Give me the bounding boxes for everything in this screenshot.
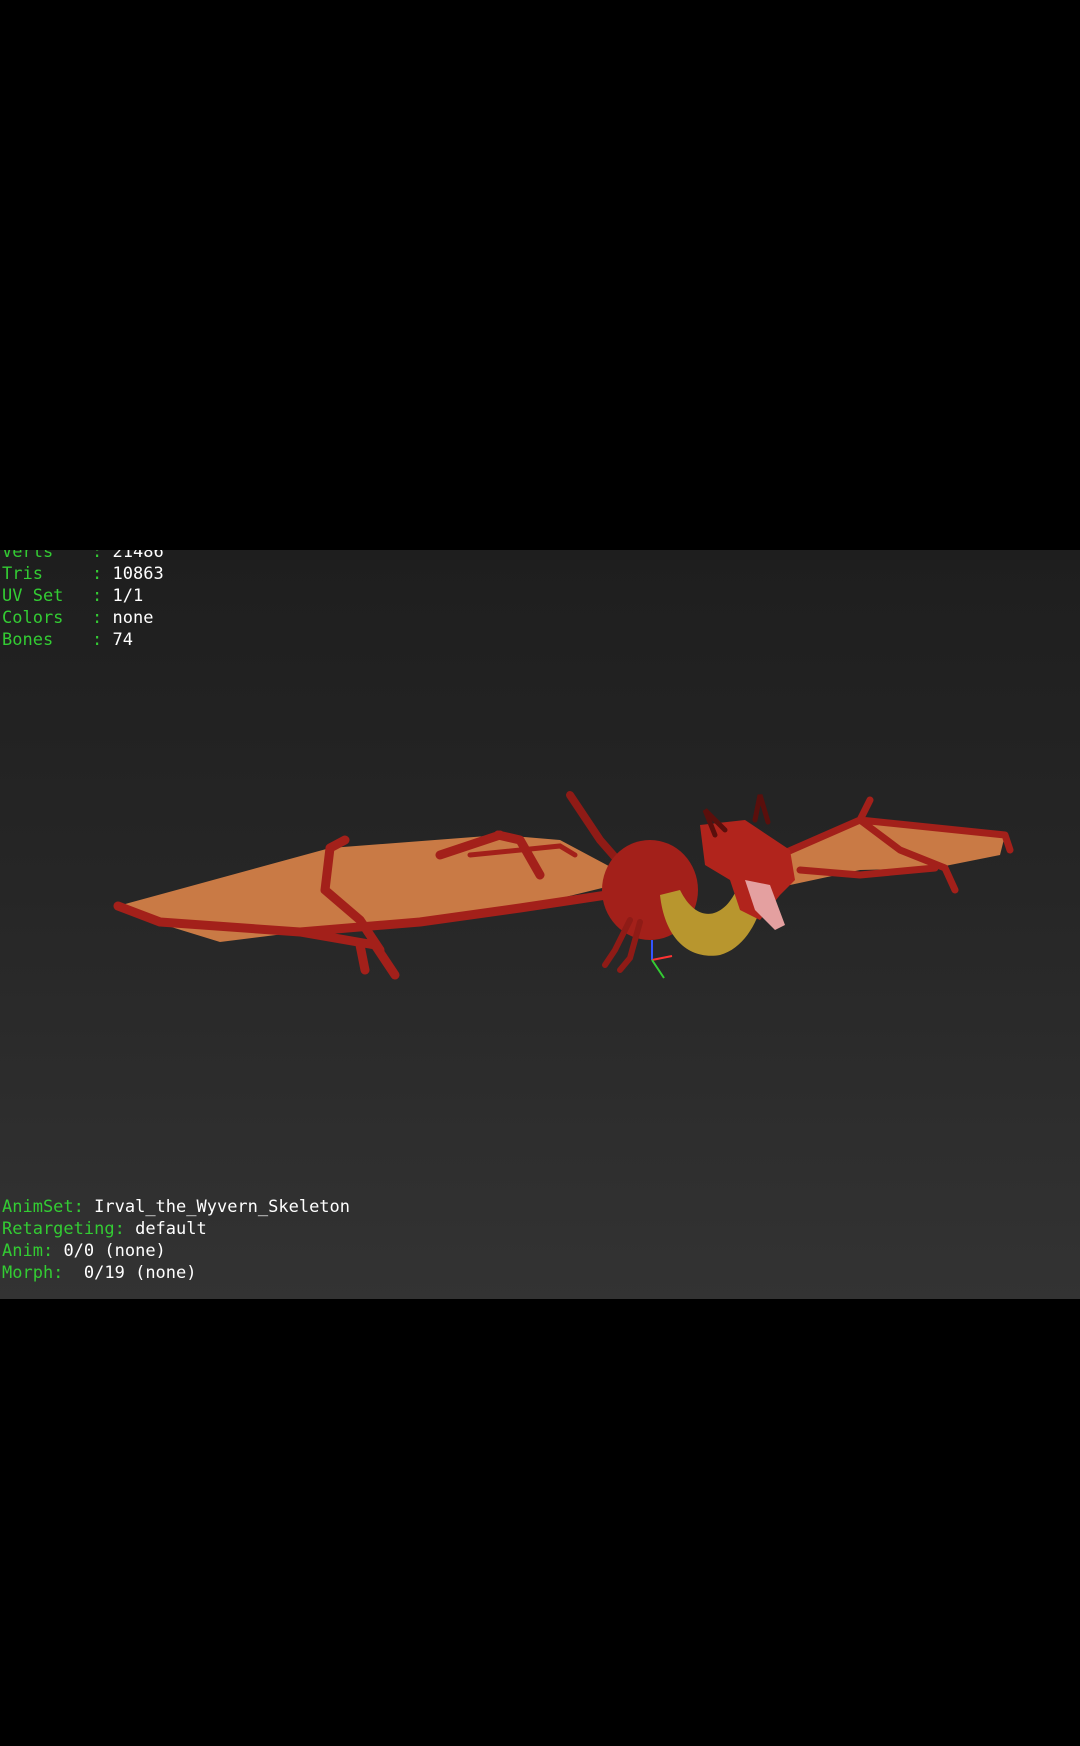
animation-info: AnimSet: Irval_the_Wyvern_Skeleton Retar… <box>2 1196 350 1284</box>
stat-verts: Verts: 21486 <box>2 550 164 563</box>
anim-label: Anim: <box>2 1241 54 1261</box>
stat-value: 1/1 <box>112 586 144 606</box>
anim-value: 0/0 (none) <box>63 1241 166 1261</box>
morph-value: 0/19 (none) <box>73 1263 197 1283</box>
stat-separator: : <box>92 550 103 562</box>
stat-value: 74 <box>112 630 133 650</box>
stat-value: none <box>112 608 154 628</box>
morph-line: Morph: 0/19 (none) <box>2 1262 350 1284</box>
stat-label: Bones <box>2 630 54 650</box>
retargeting-label: Retargeting: <box>2 1219 125 1239</box>
stat-separator: : <box>92 630 103 650</box>
stat-separator: : <box>92 608 103 628</box>
morph-label: Morph: <box>2 1263 64 1283</box>
retargeting-value: default <box>135 1219 207 1239</box>
stat-value: 21486 <box>112 550 164 562</box>
mesh-stats: Verts: 21486 Tris: 10863 UV Set: 1/1 Col… <box>2 550 164 651</box>
stat-bones: Bones: 74 <box>2 629 164 651</box>
stat-separator: : <box>92 586 103 606</box>
stat-label: Tris <box>2 564 43 584</box>
stat-tris: Tris: 10863 <box>2 563 164 585</box>
anim-line: Anim: 0/0 (none) <box>2 1240 350 1262</box>
axis-gizmo-icon <box>651 940 673 979</box>
stat-label: UV Set <box>2 586 64 606</box>
retargeting-line: Retargeting: default <box>2 1218 350 1240</box>
stat-colors: Colors: none <box>2 607 164 629</box>
animset-line: AnimSet: Irval_the_Wyvern_Skeleton <box>2 1196 350 1218</box>
stat-uv-set: UV Set: 1/1 <box>2 585 164 607</box>
stat-label: Colors <box>2 608 64 628</box>
wyvern-model[interactable] <box>0 550 1080 1299</box>
stat-separator: : <box>92 564 103 584</box>
animset-value: Irval_the_Wyvern_Skeleton <box>94 1197 351 1217</box>
stat-value: 10863 <box>112 564 164 584</box>
animset-label: AnimSet: <box>2 1197 84 1217</box>
stat-label: Verts <box>2 550 54 562</box>
3d-viewport[interactable]: Verts: 21486 Tris: 10863 UV Set: 1/1 Col… <box>0 550 1080 1299</box>
